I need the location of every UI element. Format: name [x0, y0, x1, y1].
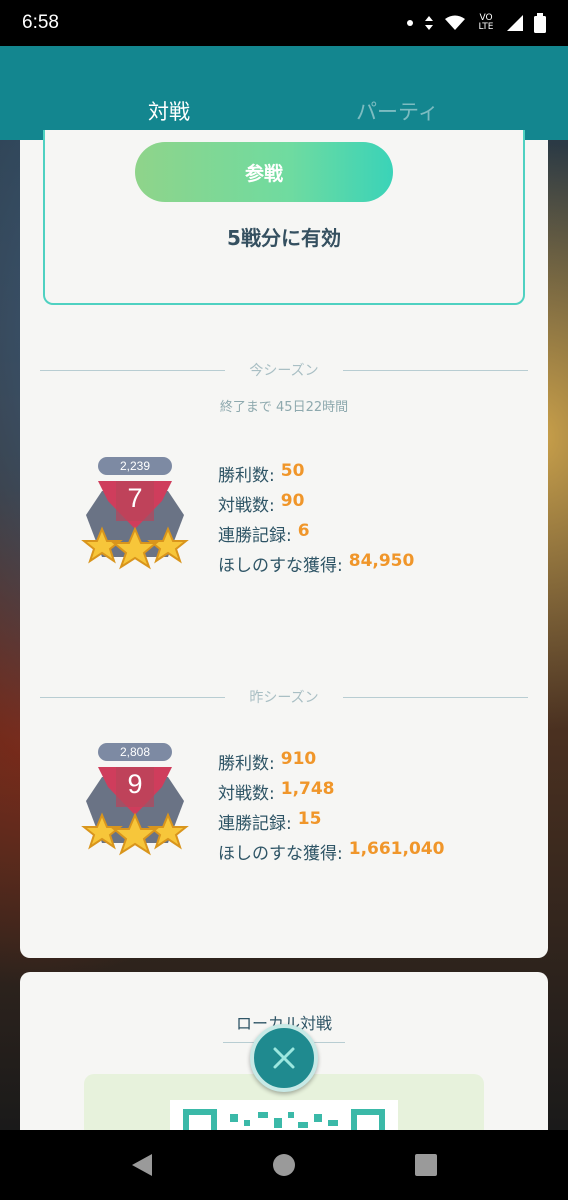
stat-wins: 勝利数: 50 — [218, 461, 414, 491]
close-icon — [273, 1047, 295, 1069]
previous-season-title: 昨シーズン — [249, 690, 319, 706]
stat-value: 910 — [280, 749, 317, 769]
battery-icon — [534, 13, 546, 33]
header: 対戦 パーティ — [0, 46, 568, 140]
season-end-countdown: 終了まで 45日22時間 — [219, 400, 349, 415]
divider-line — [40, 369, 226, 371]
divider-line — [40, 696, 226, 698]
rank-number: 7 — [127, 483, 143, 513]
stat-label: 勝利数: — [218, 466, 275, 486]
recents-icon — [415, 1154, 437, 1176]
tab-battle[interactable]: 対戦 — [148, 96, 190, 126]
status-icons: VO LTE — [406, 13, 546, 33]
back-button[interactable] — [130, 1152, 154, 1182]
previous-season-stats: 勝利数: 910 対戦数: 1,748 連勝記録: 15 ほしのすな獲得: 1,… — [218, 749, 444, 869]
stat-stardust: ほしのすな獲得: 1,661,040 — [218, 839, 444, 869]
stat-label: 対戦数: — [218, 784, 275, 804]
stat-value: 1,748 — [280, 779, 335, 799]
stat-label: 勝利数: — [218, 754, 275, 774]
current-season-divider: 今シーズン — [40, 360, 528, 380]
signal-icon — [506, 14, 524, 32]
divider-line — [342, 696, 528, 698]
home-button[interactable] — [272, 1152, 296, 1182]
stat-label: 対戦数: — [218, 496, 275, 516]
stat-value: 6 — [297, 521, 310, 541]
status-bar: 6:58 VO LTE — [0, 0, 568, 46]
stat-wins: 勝利数: 910 — [218, 749, 444, 779]
notification-dot-icon — [406, 19, 414, 27]
stat-label: 連勝記録: — [218, 814, 292, 834]
home-icon — [273, 1154, 295, 1176]
rank-medal-icon — [81, 767, 189, 856]
current-season-title: 今シーズン — [249, 363, 319, 379]
current-season-stats: 勝利数: 50 対戦数: 90 連勝記録: 6 ほしのすな獲得: 84,950 — [218, 461, 414, 581]
stat-value: 50 — [280, 461, 305, 481]
ticket-valid-text: 5戦分に有効 — [227, 226, 341, 250]
volte-icon: VO LTE — [478, 13, 494, 32]
stat-win-streak: 連勝記録: 6 — [218, 521, 414, 551]
stat-value: 15 — [297, 809, 322, 829]
current-rank-badge: 2,239 7 — [80, 457, 190, 577]
stat-battles: 対戦数: 1,748 — [218, 779, 444, 809]
rank-medal-icon — [81, 481, 189, 570]
stat-value: 1,661,040 — [348, 839, 445, 859]
rank-number: 9 — [127, 769, 143, 799]
previous-season-divider: 昨シーズン — [40, 687, 528, 707]
divider-line — [342, 369, 528, 371]
stat-label: 連勝記録: — [218, 526, 292, 546]
stat-value: 90 — [280, 491, 305, 511]
wifi-icon — [444, 15, 466, 31]
tab-party[interactable]: パーティ — [356, 96, 439, 126]
stat-label: ほしのすな獲得: — [218, 556, 343, 576]
close-button[interactable] — [250, 1024, 318, 1092]
previous-rank-badge: 2,808 9 — [80, 743, 190, 863]
rating-score: 2,239 — [98, 457, 172, 475]
stat-label: ほしのすな獲得: — [218, 844, 343, 864]
stat-value: 84,950 — [348, 551, 415, 571]
recents-button[interactable] — [414, 1152, 438, 1182]
stat-battles: 対戦数: 90 — [218, 491, 414, 521]
join-button[interactable]: 参戦 — [135, 142, 393, 202]
status-time: 6:58 — [22, 12, 59, 33]
back-icon — [132, 1154, 152, 1176]
data-arrows-icon — [424, 15, 434, 31]
stat-stardust: ほしのすな獲得: 84,950 — [218, 551, 414, 581]
stat-win-streak: 連勝記録: 15 — [218, 809, 444, 839]
rating-score: 2,808 — [98, 743, 172, 761]
